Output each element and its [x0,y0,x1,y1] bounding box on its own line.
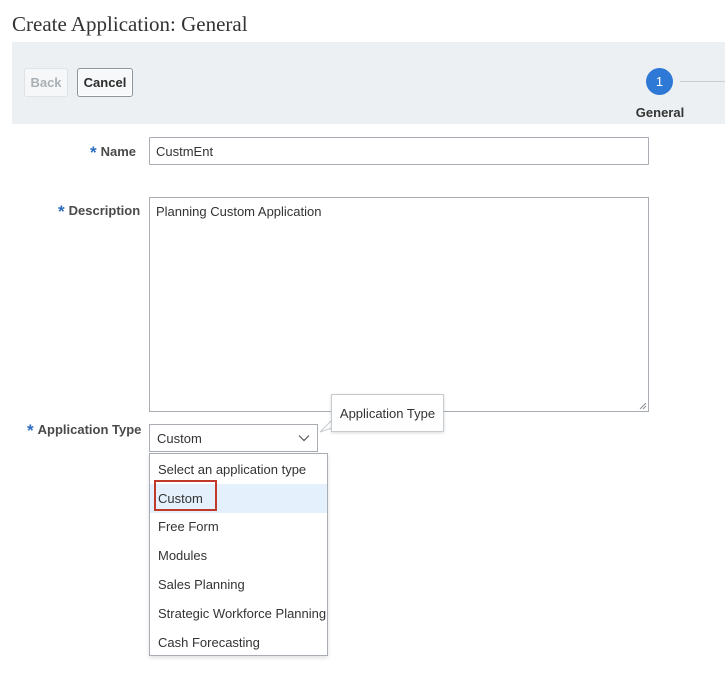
description-label: * Description [58,202,141,221]
tooltip-text: Application Type [339,405,436,421]
train-toolbar: Back Cancel 1 General [12,42,725,124]
train-connector-line [680,81,725,82]
option-custom[interactable]: Custom [150,483,327,513]
cancel-button-label: Cancel [83,75,127,90]
chevron-down-icon[interactable] [298,434,310,442]
option-cash-forecasting[interactable]: Cash Forecasting [150,628,327,657]
option-strategic-workforce-planning[interactable]: Strategic Workforce Planning [150,599,327,628]
back-button[interactable]: Back [24,68,68,97]
train-step-general[interactable]: 1 [646,68,673,95]
option-free-form[interactable]: Free Form [150,513,327,542]
required-marker: * [90,143,97,162]
page-title: Create Application: General [12,12,248,36]
resize-grip-icon[interactable] [639,402,647,410]
required-marker: * [27,421,34,440]
description-textarea[interactable]: Planning Custom Application [149,197,649,412]
option-modules[interactable]: Modules [150,541,327,570]
name-input[interactable]: CustmEnt [149,137,649,165]
back-button-label: Back [30,75,62,90]
application-type-tooltip: Application Type [331,394,444,432]
option-sales-planning[interactable]: Sales Planning [150,570,327,599]
application-type-dropdown: Select an application type Custom Free F… [149,453,328,656]
train-step-label: General [635,105,685,120]
application-type-label: * Application Type [27,421,142,440]
option-select-application-type[interactable]: Select an application type [150,455,327,484]
cancel-button[interactable]: Cancel [77,68,133,97]
name-input-value: CustmEnt [156,143,214,159]
application-type-select[interactable]: Custom [149,424,318,452]
step-number: 1 [655,74,664,89]
required-marker: * [58,202,65,221]
description-value: Planning Custom Application [156,204,322,219]
application-type-selected: Custom [157,430,202,446]
name-label: * Name [90,143,137,162]
